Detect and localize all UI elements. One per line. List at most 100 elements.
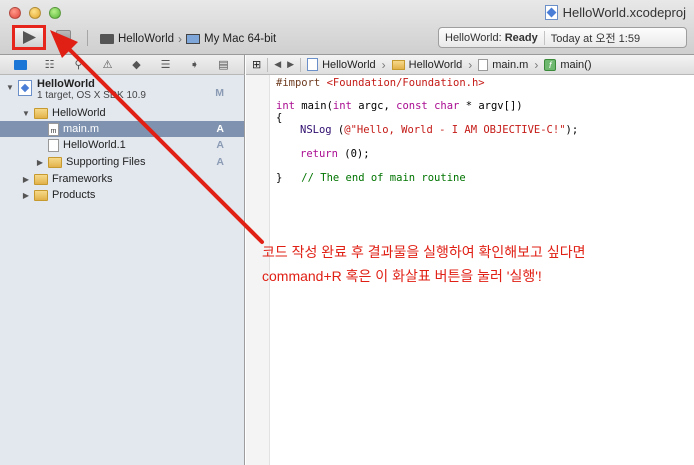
- find-navigator-tab[interactable]: ⚲: [72, 59, 86, 71]
- annotation-line-2: command+R 혹은 이 화살표 버튼을 눌러 '실행'!: [262, 268, 542, 284]
- chevron-right-icon: ›: [468, 57, 473, 72]
- m-file-icon: [478, 58, 489, 71]
- jumpbar-group[interactable]: HelloWorld: [391, 58, 463, 71]
- log-navigator-tab[interactable]: ▤: [217, 59, 231, 71]
- chat-icon: ▤: [218, 59, 229, 71]
- group-row[interactable]: ▶ Supporting Files A: [0, 154, 244, 170]
- jumpbar-group-label: HelloWorld: [408, 58, 463, 71]
- function-call: NSLog: [300, 124, 332, 136]
- disclosure-closed-icon[interactable]: ▶: [36, 158, 44, 167]
- xcodeproj-icon: [544, 5, 558, 20]
- jump-bar: ⊞ ◀ ▶ HelloWorld › HelloWorld › main.m ›…: [246, 55, 694, 75]
- scm-badge: A: [216, 139, 224, 151]
- chevron-right-icon: ›: [381, 57, 386, 72]
- issue-navigator-tab[interactable]: ⚠: [101, 59, 115, 71]
- code-line: return (0);: [300, 148, 370, 160]
- keyword: const: [396, 100, 428, 112]
- status-time: Today at 오전 1:59: [550, 32, 641, 45]
- group-label: Supporting Files: [66, 156, 146, 168]
- navigator-tabs: ☷ ⚲ ⚠ ◆ ☰ ➧ ▤: [0, 55, 245, 75]
- scheme-name: HelloWorld: [118, 33, 175, 45]
- jumpbar-symbol[interactable]: f main(): [544, 58, 592, 71]
- file-row-selected[interactable]: m main.m A: [0, 121, 244, 137]
- jumpbar-project-label: HelloWorld: [322, 58, 376, 71]
- file-label: HelloWorld.1: [63, 139, 126, 151]
- xcodeproj-icon: [307, 58, 319, 71]
- scm-badge: M: [215, 87, 224, 99]
- close-window-button[interactable]: [9, 7, 21, 19]
- related-files-icon[interactable]: ⊞: [252, 58, 261, 71]
- window-title: HelloWorld.xcodeproj: [544, 5, 686, 20]
- disclosure-open-icon[interactable]: ▼: [22, 109, 30, 118]
- project-navigator-tab[interactable]: [14, 59, 28, 71]
- code-text: * argv[]): [459, 100, 523, 112]
- group-label: HelloWorld: [52, 107, 106, 119]
- preprocessor-directive: #import: [276, 77, 327, 89]
- import-path: <Foundation/Foundation.h>: [326, 77, 485, 89]
- jumpbar-project[interactable]: HelloWorld: [307, 58, 376, 71]
- warning-icon: ⚠: [102, 59, 113, 71]
- disclosure-closed-icon[interactable]: ▶: [22, 175, 30, 184]
- code-line: } // The end of main routine: [276, 172, 466, 184]
- search-icon: ⚲: [74, 59, 83, 71]
- jumpbar-symbol-label: main(): [560, 58, 592, 71]
- code-text: (: [331, 124, 345, 136]
- zoom-window-button[interactable]: [49, 7, 61, 19]
- code-text: main(: [294, 100, 333, 112]
- status-divider: [543, 30, 545, 45]
- project-subtitle: 1 target, OS X SDK 10.9: [37, 90, 146, 101]
- play-icon: [23, 31, 36, 44]
- breakpoint-navigator-tab[interactable]: ➧: [188, 59, 202, 71]
- forward-arrow-icon[interactable]: ▶: [287, 59, 294, 70]
- scheme-icon: [100, 34, 114, 44]
- group-row[interactable]: ▶ Products: [0, 187, 244, 203]
- keyword: int: [276, 100, 295, 112]
- keyword: char: [434, 100, 460, 112]
- group-row[interactable]: ▶ Frameworks: [0, 171, 244, 187]
- code-text: (0);: [337, 148, 370, 160]
- stop-button[interactable]: [56, 30, 71, 45]
- folder-icon: [48, 156, 62, 168]
- m-file-icon: m: [48, 122, 59, 136]
- keyword: return: [300, 148, 338, 160]
- project-name: HelloWorld: [37, 78, 95, 90]
- project-root-row[interactable]: ▼ HelloWorld 1 target, OS X SDK 10.9 M: [0, 78, 244, 106]
- status-project: HelloWorld:: [445, 31, 502, 44]
- string-literal: @"Hello, World - I AM OBJECTIVE-C!": [344, 124, 566, 136]
- diamond-icon: ◆: [132, 59, 141, 71]
- toolbar: HelloWorld.xcodeproj HelloWorld › My Mac…: [0, 0, 694, 55]
- list-icon: ☰: [160, 59, 171, 71]
- toolbar-divider: [87, 30, 88, 46]
- group-row[interactable]: ▼ HelloWorld: [0, 105, 244, 121]
- code-line: #import <Foundation/Foundation.h>: [276, 77, 485, 89]
- symbol-navigator-tab[interactable]: ☷: [43, 59, 57, 71]
- code-line: int main(int argc, const char * argv[]): [276, 100, 523, 112]
- back-arrow-icon[interactable]: ◀: [274, 59, 281, 70]
- code-text: );: [565, 124, 579, 136]
- scheme-selector[interactable]: HelloWorld › My Mac 64-bit: [100, 32, 276, 46]
- mac-icon: [186, 34, 201, 44]
- chevron-right-icon: ›: [178, 32, 183, 46]
- folder-icon: [34, 107, 48, 119]
- hierarchy-icon: ☷: [44, 59, 55, 71]
- debug-navigator-tab[interactable]: ☰: [159, 59, 173, 71]
- code-line: {: [276, 112, 283, 124]
- code-comment: // The end of main routine: [301, 172, 466, 184]
- file-row[interactable]: HelloWorld.1 A: [0, 137, 244, 153]
- keyword: int: [332, 100, 352, 112]
- jumpbar-file-label: main.m: [492, 58, 529, 71]
- jumpbar-divider: [267, 57, 269, 72]
- disclosure-open-icon[interactable]: ▼: [6, 83, 14, 92]
- scm-badge: A: [216, 123, 224, 135]
- status-state: Ready: [504, 31, 538, 44]
- jumpbar-file[interactable]: main.m: [478, 58, 529, 71]
- folder-icon: [34, 189, 48, 201]
- folder-icon: [391, 59, 405, 70]
- run-button[interactable]: [12, 25, 46, 50]
- document-icon: [48, 138, 59, 152]
- minimize-window-button[interactable]: [29, 7, 41, 19]
- annotation-line-1: 코드 작성 완료 후 결과물을 실행하여 확인해보고 싶다면: [262, 244, 586, 260]
- folder-icon: [14, 59, 27, 70]
- disclosure-closed-icon[interactable]: ▶: [22, 191, 30, 200]
- test-navigator-tab[interactable]: ◆: [130, 59, 144, 71]
